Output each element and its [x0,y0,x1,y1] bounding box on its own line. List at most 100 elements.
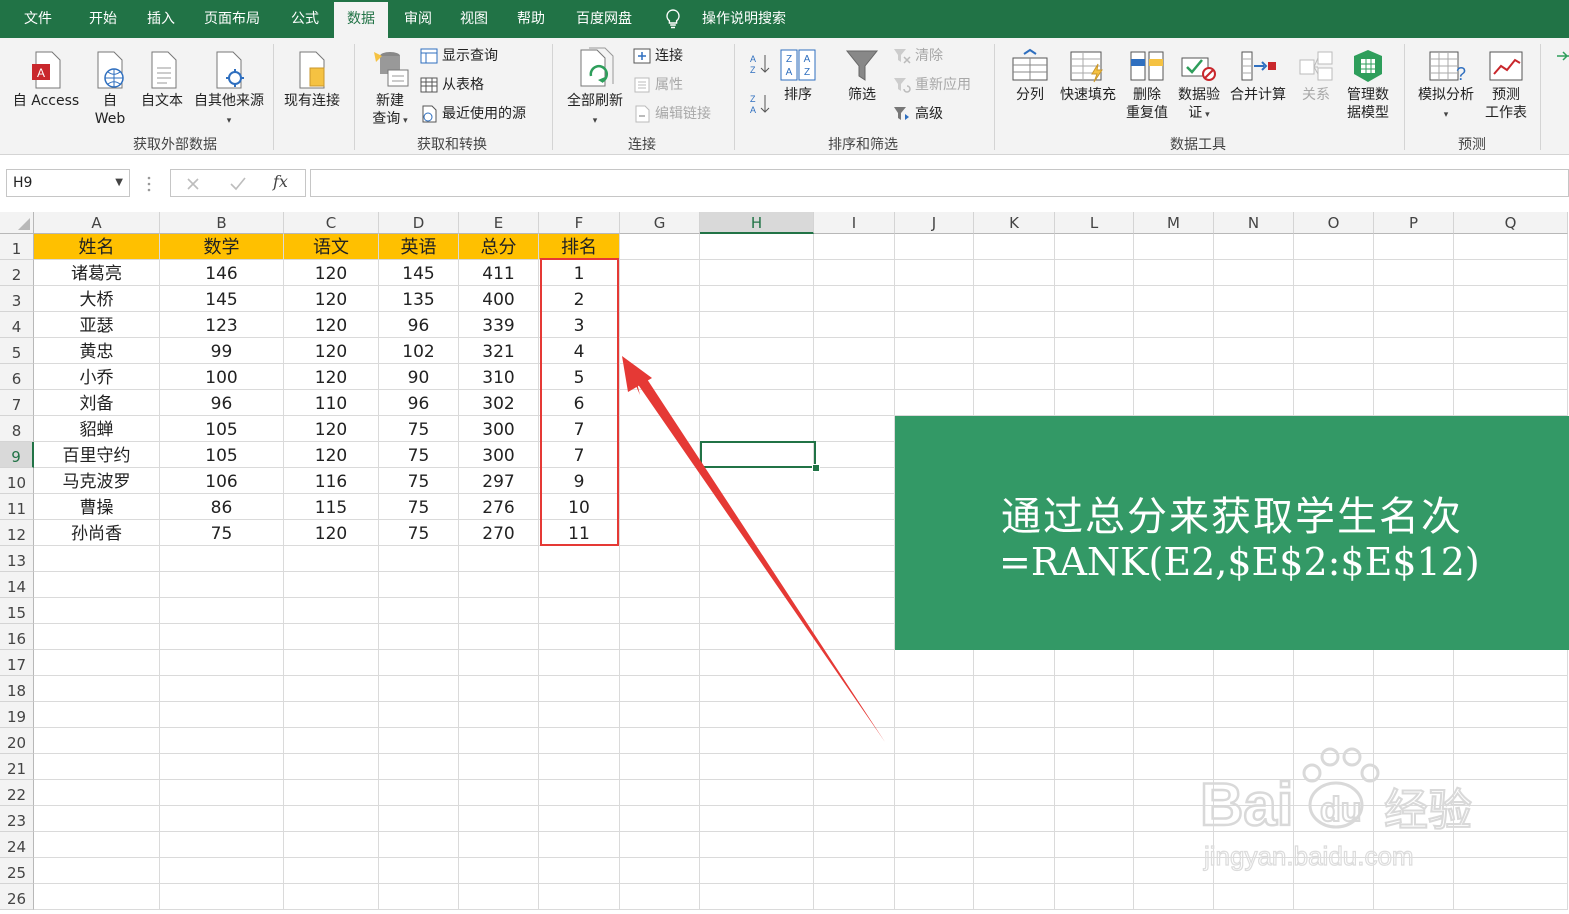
reapply-button[interactable]: 重新应用 [893,74,971,96]
row-header-22[interactable]: 22 [0,780,34,806]
cell-i25[interactable] [814,858,895,884]
cell-e4[interactable]: 339 [459,312,539,338]
cell-i7[interactable] [814,390,895,416]
cell-m17[interactable] [1134,650,1214,676]
cell-a3[interactable]: 大桥 [34,286,160,312]
cell-k6[interactable] [974,364,1055,390]
cell-g2[interactable] [620,260,700,286]
cell-p5[interactable] [1374,338,1454,364]
cell-e24[interactable] [459,832,539,858]
cell-b20[interactable] [160,728,284,754]
cell-j7[interactable] [895,390,974,416]
consolidate-button[interactable]: 合并计算 [1226,48,1290,104]
cell-f14[interactable] [539,572,620,598]
cell-b21[interactable] [160,754,284,780]
tab-10[interactable]: 操作说明搜索 [690,0,798,38]
cell-e10[interactable]: 297 [459,468,539,494]
from-text-button[interactable]: 自文本 [138,50,186,110]
cell-l2[interactable] [1055,260,1134,286]
cell-f1[interactable]: 排名 [539,234,620,260]
cell-f20[interactable] [539,728,620,754]
cell-b2[interactable]: 146 [160,260,284,286]
cell-q18[interactable] [1454,676,1568,702]
column-header-h[interactable]: H [700,212,814,234]
row-header-13[interactable]: 13 [0,546,34,572]
cell-h5[interactable] [700,338,814,364]
cell-a25[interactable] [34,858,160,884]
cell-q1[interactable] [1454,234,1568,260]
cell-g20[interactable] [620,728,700,754]
cell-l19[interactable] [1055,702,1134,728]
tab-9[interactable]: 百度网盘 [562,0,646,38]
cell-l17[interactable] [1055,650,1134,676]
cell-c22[interactable] [284,780,379,806]
cell-a4[interactable]: 亚瑟 [34,312,160,338]
cell-n6[interactable] [1214,364,1294,390]
cell-d14[interactable] [379,572,459,598]
cell-g25[interactable] [620,858,700,884]
cell-a19[interactable] [34,702,160,728]
cell-h12[interactable] [700,520,814,546]
row-header-24[interactable]: 24 [0,832,34,858]
cell-i23[interactable] [814,806,895,832]
cell-b22[interactable] [160,780,284,806]
cell-q7[interactable] [1454,390,1568,416]
cell-j26[interactable] [895,884,974,910]
cell-b26[interactable] [160,884,284,910]
cell-e15[interactable] [459,598,539,624]
tab-5[interactable]: 数据 [334,2,388,38]
cell-e21[interactable] [459,754,539,780]
cell-c6[interactable]: 120 [284,364,379,390]
cell-f19[interactable] [539,702,620,728]
chevron-down-icon[interactable]: ▼ [115,170,123,196]
cell-n4[interactable] [1214,312,1294,338]
column-header-g[interactable]: G [620,212,700,234]
select-all-corner[interactable] [0,212,34,234]
cell-m26[interactable] [1134,884,1214,910]
cell-k4[interactable] [974,312,1055,338]
cell-l6[interactable] [1055,364,1134,390]
cell-i17[interactable] [814,650,895,676]
cell-c26[interactable] [284,884,379,910]
cell-o2[interactable] [1294,260,1374,286]
cell-g24[interactable] [620,832,700,858]
cell-o5[interactable] [1294,338,1374,364]
cell-a8[interactable]: 貂蝉 [34,416,160,442]
cell-j23[interactable] [895,806,974,832]
tab-0[interactable]: 文件 [10,0,66,38]
cell-g17[interactable] [620,650,700,676]
from-other-sources-button[interactable]: 自其他来源 ▾ [190,50,268,130]
outline-button[interactable] [1552,48,1569,89]
cell-f21[interactable] [539,754,620,780]
row-header-2[interactable]: 2 [0,260,34,286]
cell-d11[interactable]: 75 [379,494,459,520]
cell-d21[interactable] [379,754,459,780]
cell-b9[interactable]: 105 [160,442,284,468]
row-header-4[interactable]: 4 [0,312,34,338]
cell-j22[interactable] [895,780,974,806]
cell-k19[interactable] [974,702,1055,728]
cell-m4[interactable] [1134,312,1214,338]
cell-g16[interactable] [620,624,700,650]
flash-fill-button[interactable]: 快速填充 [1056,48,1120,104]
cell-a6[interactable]: 小乔 [34,364,160,390]
cell-h2[interactable] [700,260,814,286]
cell-d15[interactable] [379,598,459,624]
cell-n2[interactable] [1214,260,1294,286]
column-header-d[interactable]: D [379,212,459,234]
cell-h8[interactable] [700,416,814,442]
cell-h15[interactable] [700,598,814,624]
cell-b10[interactable]: 106 [160,468,284,494]
cell-e8[interactable]: 300 [459,416,539,442]
formula-input[interactable] [310,169,1569,197]
cell-j6[interactable] [895,364,974,390]
cell-a2[interactable]: 诸葛亮 [34,260,160,286]
cell-q2[interactable] [1454,260,1568,286]
cell-j24[interactable] [895,832,974,858]
column-header-i[interactable]: I [814,212,895,234]
cell-m6[interactable] [1134,364,1214,390]
cell-l1[interactable] [1055,234,1134,260]
cell-q3[interactable] [1454,286,1568,312]
cell-h20[interactable] [700,728,814,754]
cell-b18[interactable] [160,676,284,702]
